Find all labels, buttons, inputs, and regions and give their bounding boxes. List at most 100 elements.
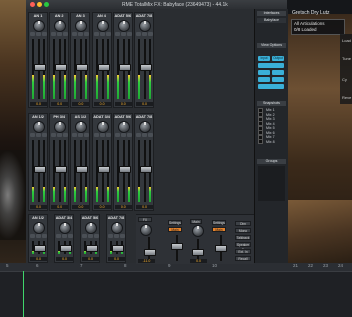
main-fader[interactable]: [171, 243, 183, 250]
snapshot-item[interactable]: Mix 8: [258, 139, 275, 145]
pan-knob[interactable]: [96, 20, 109, 32]
output-section: FX -11.0 Settings Main Main 0.0 Settings…: [136, 214, 254, 264]
ruler-mark: 5: [6, 263, 9, 268]
ruler-mark: 7: [80, 263, 83, 268]
channel-fader[interactable]: [112, 245, 124, 252]
channel-buttons[interactable]: [30, 234, 47, 238]
pan-knob[interactable]: [75, 121, 88, 133]
pan-knob[interactable]: [139, 20, 151, 32]
side-item[interactable]: Cy: [342, 77, 347, 82]
main-toggle-2[interactable]: Main: [212, 227, 226, 232]
zoom-icon[interactable]: [44, 2, 49, 7]
pan-knob[interactable]: [33, 121, 45, 133]
mode-option-a[interactable]: [258, 70, 270, 75]
device-select[interactable]: Babyface: [257, 18, 286, 23]
pan-knob[interactable]: [85, 222, 97, 234]
channel-fader[interactable]: [60, 245, 72, 252]
groups-grid[interactable]: [258, 166, 285, 201]
main-toggle[interactable]: Main: [168, 227, 182, 232]
main-knob[interactable]: [192, 225, 204, 237]
output-mode-button[interactable]: Output: [272, 56, 284, 61]
side-item[interactable]: Load: [342, 38, 351, 43]
talkback-button[interactable]: Talkback: [235, 235, 251, 240]
channel-fader[interactable]: [34, 166, 46, 173]
channel-name: AN 1: [33, 14, 43, 18]
mode-option-e[interactable]: [258, 84, 284, 89]
fader-value: 0.0: [51, 205, 69, 209]
channel-fader[interactable]: [118, 64, 131, 71]
channel-buttons[interactable]: [93, 133, 111, 137]
stage-floor-image: [286, 200, 352, 270]
articulation-select[interactable]: All Articulations 0/8 Loaded: [291, 19, 345, 35]
channel-fader[interactable]: [76, 166, 89, 173]
channel-buttons[interactable]: [72, 32, 90, 36]
side-item[interactable]: Reve: [342, 95, 351, 100]
channel-fader[interactable]: [55, 166, 68, 173]
fx-button[interactable]: FX: [138, 217, 152, 222]
ruler-mark: 8: [124, 263, 127, 268]
settings-button[interactable]: Settings: [168, 220, 182, 225]
channel-buttons[interactable]: [72, 133, 90, 137]
main-out-fader[interactable]: [192, 249, 204, 256]
pan-knob[interactable]: [54, 121, 67, 133]
channel-fader[interactable]: [140, 166, 152, 173]
pan-knob[interactable]: [139, 121, 151, 133]
pan-knob[interactable]: [96, 121, 109, 133]
daw-ruler[interactable]: [0, 263, 352, 272]
fader-value: 0.0: [30, 102, 47, 106]
pan-knob[interactable]: [33, 20, 45, 32]
pan-knob[interactable]: [54, 20, 67, 32]
channel-fader[interactable]: [34, 245, 46, 252]
plugin-title: Gretsch Dry Lutz: [292, 10, 330, 16]
channel-buttons[interactable]: [114, 133, 132, 137]
channel-buttons[interactable]: [56, 234, 73, 238]
pan-knob[interactable]: [59, 222, 71, 234]
playhead-marker[interactable]: [23, 271, 24, 317]
pan-knob[interactable]: [111, 222, 123, 234]
mode-option[interactable]: [258, 63, 284, 68]
channel-buttons[interactable]: [93, 32, 111, 36]
drum-image: [0, 150, 26, 240]
channel-buttons[interactable]: [136, 133, 153, 137]
channel-fader[interactable]: [55, 64, 68, 71]
mode-option-d[interactable]: [272, 77, 284, 82]
mode-option-b[interactable]: [272, 70, 284, 75]
pan-knob[interactable]: [33, 222, 45, 234]
output-knob[interactable]: [140, 224, 152, 236]
channel-fader[interactable]: [76, 64, 89, 71]
channel-buttons[interactable]: [136, 32, 153, 36]
channel-fader[interactable]: [118, 166, 131, 173]
pan-knob[interactable]: [75, 20, 88, 32]
mode-option-c[interactable]: [258, 77, 270, 82]
channel-buttons[interactable]: [114, 32, 132, 36]
fader-2[interactable]: [215, 245, 227, 252]
close-icon[interactable]: [30, 2, 35, 7]
minimize-icon[interactable]: [37, 2, 42, 7]
channel-fader[interactable]: [140, 64, 152, 71]
channel-buttons[interactable]: [30, 32, 47, 36]
channel-fader[interactable]: [97, 166, 110, 173]
channel-buttons[interactable]: [82, 234, 99, 238]
settings-button-2[interactable]: Settings: [212, 220, 226, 225]
channel-strip: AN 3 0.0: [70, 12, 91, 108]
channel-fader[interactable]: [34, 64, 46, 71]
side-item[interactable]: Tune: [342, 56, 351, 61]
output-fader[interactable]: [144, 249, 156, 256]
pan-knob[interactable]: [117, 121, 130, 133]
channel-strip: ADAT 3/4 0.0: [54, 214, 74, 263]
channel-buttons[interactable]: [51, 133, 69, 137]
pan-knob[interactable]: [117, 20, 130, 32]
input-mode-button[interactable]: Input: [258, 56, 270, 61]
mono-button[interactable]: Mono: [235, 228, 251, 233]
recall-button[interactable]: Recall: [235, 256, 251, 261]
channel-buttons[interactable]: [51, 32, 69, 36]
channel-fader[interactable]: [86, 245, 98, 252]
channel-buttons[interactable]: [30, 133, 47, 137]
fader-value: 0.0: [93, 102, 111, 106]
channel-fader[interactable]: [97, 64, 110, 71]
speaker-b-button[interactable]: Speaker B: [235, 242, 251, 252]
ext-in-button[interactable]: Ext. In: [235, 249, 251, 254]
groups-header: Groups: [257, 159, 286, 164]
dim-button[interactable]: Dim: [235, 221, 251, 226]
channel-buttons[interactable]: [108, 234, 125, 238]
